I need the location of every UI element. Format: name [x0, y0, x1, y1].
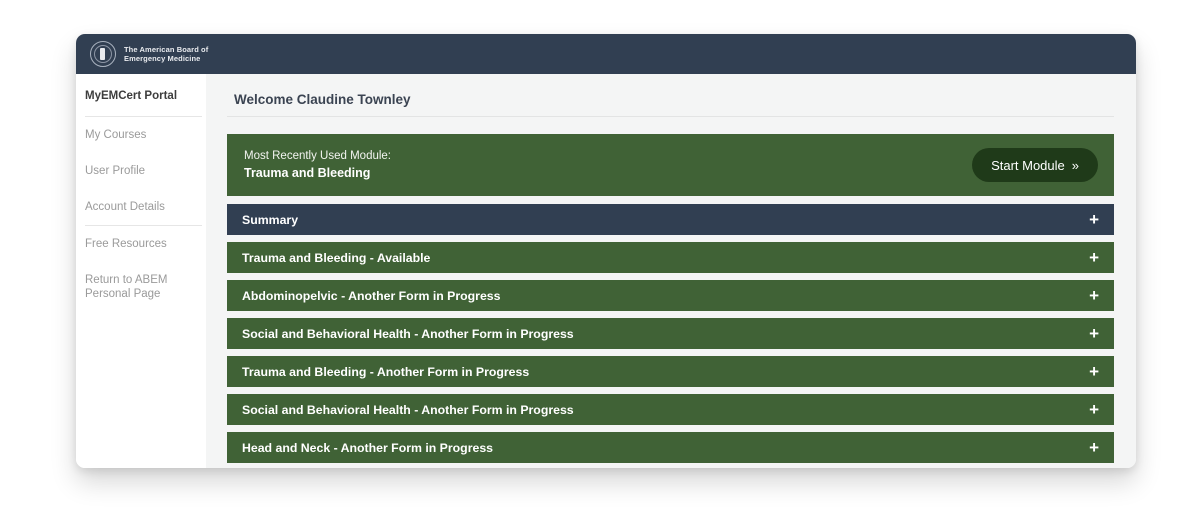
window-body: MyEMCert Portal My Courses User Profile … [76, 74, 1136, 468]
welcome-row: Welcome Claudine Townley [227, 74, 1114, 117]
accordion-row-label: Trauma and Bleeding - Another Form in Pr… [242, 364, 530, 379]
chevron-right-icon: » [1071, 157, 1079, 173]
sidebar-item-return-to-abem[interactable]: Return to ABEM Personal Page [76, 262, 206, 312]
accordion-row[interactable]: Social and Behavioral Health - Another F… [227, 394, 1114, 425]
recent-module-info: Most Recently Used Module: Trauma and Bl… [244, 148, 391, 182]
plus-icon[interactable]: + [1089, 211, 1101, 228]
page-title: Welcome Claudine Townley [234, 92, 411, 107]
brand-line-1: The American Board of [124, 44, 209, 54]
accordion-row-label: Summary [242, 212, 299, 227]
module-accordion: Summary + Trauma and Bleeding - Available +… [227, 204, 1114, 463]
accordion-row-label: Social and Behavioral Health - Another F… [242, 326, 574, 341]
accordion-row-label: Social and Behavioral Health - Another F… [242, 402, 574, 417]
app-window: The American Board of Emergency Medicine … [76, 34, 1136, 468]
abem-seal-icon [90, 41, 116, 67]
brand-name: The American Board of Emergency Medicine [124, 45, 208, 64]
plus-icon[interactable]: + [1089, 439, 1101, 456]
sidebar-item-account-details[interactable]: Account Details [76, 189, 206, 225]
plus-icon[interactable]: + [1089, 401, 1101, 418]
start-module-button[interactable]: Start Module » [972, 148, 1098, 182]
abem-logo[interactable]: The American Board of Emergency Medicine [90, 41, 208, 67]
accordion-row-label: Head and Neck - Another Form in Progress [242, 440, 493, 455]
accordion-row[interactable]: Social and Behavioral Health - Another F… [227, 318, 1114, 349]
plus-icon[interactable]: + [1089, 287, 1101, 304]
recent-module-name: Trauma and Bleeding [244, 166, 371, 180]
sidebar-item-free-resources[interactable]: Free Resources [76, 226, 206, 262]
brand-line-2: Emergency Medicine [124, 54, 201, 63]
sidebar-item-my-courses[interactable]: My Courses [76, 117, 206, 153]
accordion-row[interactable]: Trauma and Bleeding - Available + [227, 242, 1114, 273]
sidebar-item-user-profile[interactable]: User Profile [76, 153, 206, 189]
sidebar: MyEMCert Portal My Courses User Profile … [76, 74, 206, 468]
sidebar-item-myemcert-portal[interactable]: MyEMCert Portal [76, 74, 206, 116]
recent-module-label: Most Recently Used Module: [244, 150, 392, 162]
accordion-row-label: Trauma and Bleeding - Available [242, 250, 431, 265]
recent-module-banner: Most Recently Used Module: Trauma and Bl… [227, 134, 1114, 196]
accordion-row[interactable]: Abdominopelvic - Another Form in Progres… [227, 280, 1114, 311]
plus-icon[interactable]: + [1089, 325, 1101, 342]
main-content: Welcome Claudine Townley Most Recently U… [206, 74, 1136, 468]
plus-icon[interactable]: + [1089, 363, 1101, 380]
accordion-row[interactable]: Trauma and Bleeding - Another Form in Pr… [227, 356, 1114, 387]
start-module-label: Start Module [991, 157, 1065, 173]
accordion-row-label: Abdominopelvic - Another Form in Progres… [242, 288, 501, 303]
plus-icon[interactable]: + [1089, 249, 1101, 266]
accordion-row[interactable]: Summary + [227, 204, 1114, 235]
site-header: The American Board of Emergency Medicine [76, 34, 1136, 74]
accordion-row[interactable]: Head and Neck - Another Form in Progress… [227, 432, 1114, 463]
